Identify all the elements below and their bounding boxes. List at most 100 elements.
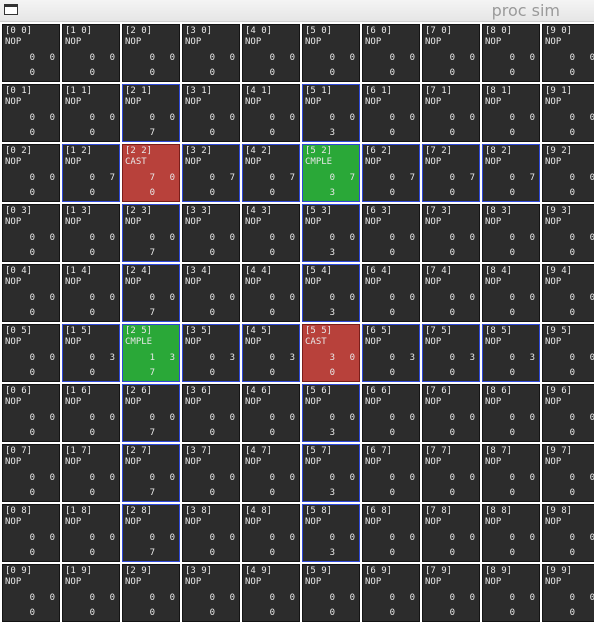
processor-cell[interactable]: [3 4] NOP 0 0 0 bbox=[182, 264, 240, 322]
processor-cell[interactable]: [7 6] NOP 0 0 0 bbox=[422, 384, 480, 442]
processor-cell[interactable]: [6 6] NOP 0 0 0 bbox=[362, 384, 420, 442]
processor-cell[interactable]: [6 8] NOP 0 0 0 bbox=[362, 504, 420, 562]
processor-cell[interactable]: [8 6] NOP 0 0 0 bbox=[482, 384, 540, 442]
processor-cell[interactable]: [8 7] NOP 0 0 0 bbox=[482, 444, 540, 502]
processor-cell[interactable]: [5 1] NOP 0 0 3 bbox=[302, 84, 360, 142]
processor-cell[interactable]: [1 8] NOP 0 0 0 bbox=[62, 504, 120, 562]
processor-cell[interactable]: [1 2] NOP 0 7 0 bbox=[62, 144, 120, 202]
processor-cell[interactable]: [0 8] NOP 0 0 0 bbox=[2, 504, 60, 562]
processor-cell[interactable]: [4 5] NOP 0 3 0 bbox=[242, 324, 300, 382]
processor-cell[interactable]: [1 1] NOP 0 0 0 bbox=[62, 84, 120, 142]
processor-cell[interactable]: [0 0] NOP 0 0 0 bbox=[2, 24, 60, 82]
processor-cell[interactable]: [3 3] NOP 0 0 0 bbox=[182, 204, 240, 262]
processor-cell[interactable]: [2 0] NOP 0 0 0 bbox=[122, 24, 180, 82]
processor-cell[interactable]: [7 4] NOP 0 0 0 bbox=[422, 264, 480, 322]
processor-cell[interactable]: [4 8] NOP 0 0 0 bbox=[242, 504, 300, 562]
processor-cell[interactable]: [8 5] NOP 0 3 0 bbox=[482, 324, 540, 382]
processor-cell[interactable]: [8 8] NOP 0 0 0 bbox=[482, 504, 540, 562]
processor-cell[interactable]: [7 5] NOP 0 3 0 bbox=[422, 324, 480, 382]
processor-cell[interactable]: [9 8]NOP 0 0 0 bbox=[542, 504, 594, 562]
processor-cell[interactable]: [5 0] NOP 0 0 0 bbox=[302, 24, 360, 82]
processor-cell[interactable]: [6 5] NOP 0 3 0 bbox=[362, 324, 420, 382]
processor-cell[interactable]: [2 8] NOP 0 0 7 bbox=[122, 504, 180, 562]
processor-cell[interactable]: [4 2] NOP 0 7 0 bbox=[242, 144, 300, 202]
processor-cell[interactable]: [1 0] NOP 0 0 0 bbox=[62, 24, 120, 82]
processor-cell[interactable]: [8 3] NOP 0 0 0 bbox=[482, 204, 540, 262]
processor-cell[interactable]: [9 0]NOP 0 0 0 bbox=[542, 24, 594, 82]
processor-cell[interactable]: [6 4] NOP 0 0 0 bbox=[362, 264, 420, 322]
processor-cell[interactable]: [1 5] NOP 0 3 0 bbox=[62, 324, 120, 382]
processor-cell[interactable]: [6 0] NOP 0 0 0 bbox=[362, 24, 420, 82]
processor-cell[interactable]: [7 2] NOP 0 7 0 bbox=[422, 144, 480, 202]
processor-cell[interactable]: [3 2] NOP 0 7 0 bbox=[182, 144, 240, 202]
processor-cell[interactable]: [5 4] NOP 0 0 3 bbox=[302, 264, 360, 322]
processor-cell[interactable]: [0 2] NOP 0 0 0 bbox=[2, 144, 60, 202]
processor-cell[interactable]: [7 3] NOP 0 0 0 bbox=[422, 204, 480, 262]
processor-cell[interactable]: [2 3] NOP 0 0 7 bbox=[122, 204, 180, 262]
processor-cell[interactable]: [9 9]NOP 0 0 0 bbox=[542, 564, 594, 622]
processor-cell[interactable]: [0 7] NOP 0 0 0 bbox=[2, 444, 60, 502]
processor-cell[interactable]: [4 9] NOP 0 0 0 bbox=[242, 564, 300, 622]
processor-cell[interactable]: [2 6] NOP 0 0 7 bbox=[122, 384, 180, 442]
processor-cell[interactable]: [8 9] NOP 0 0 0 bbox=[482, 564, 540, 622]
processor-cell[interactable]: [7 7] NOP 0 0 0 bbox=[422, 444, 480, 502]
processor-cell[interactable]: [7 0] NOP 0 0 0 bbox=[422, 24, 480, 82]
processor-cell[interactable]: [6 3] NOP 0 0 0 bbox=[362, 204, 420, 262]
processor-cell[interactable]: [5 3] NOP 0 0 3 bbox=[302, 204, 360, 262]
processor-cell[interactable]: [1 6] NOP 0 0 0 bbox=[62, 384, 120, 442]
processor-cell[interactable]: [2 9] NOP 0 0 0 bbox=[122, 564, 180, 622]
processor-cell[interactable]: [8 4] NOP 0 0 0 bbox=[482, 264, 540, 322]
processor-cell[interactable]: [4 6] NOP 0 0 0 bbox=[242, 384, 300, 442]
processor-cell[interactable]: [4 7] NOP 0 0 0 bbox=[242, 444, 300, 502]
processor-cell[interactable]: [8 1] NOP 0 0 0 bbox=[482, 84, 540, 142]
processor-cell[interactable]: [6 9] NOP 0 0 0 bbox=[362, 564, 420, 622]
processor-cell[interactable]: [9 4]NOP 0 0 0 bbox=[542, 264, 594, 322]
processor-cell[interactable]: [5 2] CMPLE 0 7 3 bbox=[302, 144, 360, 202]
processor-cell[interactable]: [9 1]NOP 0 0 0 bbox=[542, 84, 594, 142]
processor-cell[interactable]: [6 7] NOP 0 0 0 bbox=[362, 444, 420, 502]
processor-cell[interactable]: [8 0] NOP 0 0 0 bbox=[482, 24, 540, 82]
processor-cell[interactable]: [5 9] NOP 0 0 0 bbox=[302, 564, 360, 622]
processor-cell[interactable]: [2 7] NOP 0 0 7 bbox=[122, 444, 180, 502]
processor-cell[interactable]: [6 1] NOP 0 0 0 bbox=[362, 84, 420, 142]
processor-cell[interactable]: [3 9] NOP 0 0 0 bbox=[182, 564, 240, 622]
processor-cell[interactable]: [1 9] NOP 0 0 0 bbox=[62, 564, 120, 622]
processor-cell[interactable]: [2 4] NOP 0 0 7 bbox=[122, 264, 180, 322]
processor-cell[interactable]: [5 5] CAST 3 0 0 bbox=[302, 324, 360, 382]
processor-cell[interactable]: [2 2] CAST 7 0 0 bbox=[122, 144, 180, 202]
processor-cell[interactable]: [9 6]NOP 0 0 0 bbox=[542, 384, 594, 442]
processor-cell[interactable]: [3 7] NOP 0 0 0 bbox=[182, 444, 240, 502]
processor-cell[interactable]: [4 4] NOP 0 0 0 bbox=[242, 264, 300, 322]
processor-cell[interactable]: [0 4] NOP 0 0 0 bbox=[2, 264, 60, 322]
processor-cell[interactable]: [2 1] NOP 0 0 7 bbox=[122, 84, 180, 142]
processor-cell[interactable]: [5 6] NOP 0 0 3 bbox=[302, 384, 360, 442]
processor-cell[interactable]: [3 1] NOP 0 0 0 bbox=[182, 84, 240, 142]
processor-cell[interactable]: [9 3]NOP 0 0 0 bbox=[542, 204, 594, 262]
window-icon[interactable] bbox=[4, 4, 18, 15]
processor-cell[interactable]: [5 7] NOP 0 0 3 bbox=[302, 444, 360, 502]
processor-cell[interactable]: [9 7]NOP 0 0 0 bbox=[542, 444, 594, 502]
processor-cell[interactable]: [4 1] NOP 0 0 0 bbox=[242, 84, 300, 142]
processor-cell[interactable]: [3 0] NOP 0 0 0 bbox=[182, 24, 240, 82]
processor-cell[interactable]: [0 5] NOP 0 0 0 bbox=[2, 324, 60, 382]
processor-cell[interactable]: [8 2] NOP 0 7 0 bbox=[482, 144, 540, 202]
processor-cell[interactable]: [3 6] NOP 0 0 0 bbox=[182, 384, 240, 442]
processor-cell[interactable]: [6 2] NOP 0 7 0 bbox=[362, 144, 420, 202]
processor-cell[interactable]: [2 5] CMPLE 1 3 7 bbox=[122, 324, 180, 382]
processor-cell[interactable]: [4 0] NOP 0 0 0 bbox=[242, 24, 300, 82]
processor-cell[interactable]: [5 8] NOP 0 0 3 bbox=[302, 504, 360, 562]
processor-cell[interactable]: [0 1] NOP 0 0 0 bbox=[2, 84, 60, 142]
processor-cell[interactable]: [1 4] NOP 0 0 0 bbox=[62, 264, 120, 322]
processor-cell[interactable]: [7 9] NOP 0 0 0 bbox=[422, 564, 480, 622]
processor-cell[interactable]: [9 5]NOP 0 0 0 bbox=[542, 324, 594, 382]
processor-cell[interactable]: [0 9] NOP 0 0 0 bbox=[2, 564, 60, 622]
processor-cell[interactable]: [7 1] NOP 0 0 0 bbox=[422, 84, 480, 142]
processor-cell[interactable]: [9 2]NOP 0 0 0 bbox=[542, 144, 594, 202]
processor-cell[interactable]: [3 5] NOP 0 3 0 bbox=[182, 324, 240, 382]
processor-cell[interactable]: [3 8] NOP 0 0 0 bbox=[182, 504, 240, 562]
processor-cell[interactable]: [1 7] NOP 0 0 0 bbox=[62, 444, 120, 502]
processor-cell[interactable]: [1 3] NOP 0 0 0 bbox=[62, 204, 120, 262]
processor-cell[interactable]: [7 8] NOP 0 0 0 bbox=[422, 504, 480, 562]
processor-cell[interactable]: [4 3] NOP 0 0 0 bbox=[242, 204, 300, 262]
processor-cell[interactable]: [0 6] NOP 0 0 0 bbox=[2, 384, 60, 442]
